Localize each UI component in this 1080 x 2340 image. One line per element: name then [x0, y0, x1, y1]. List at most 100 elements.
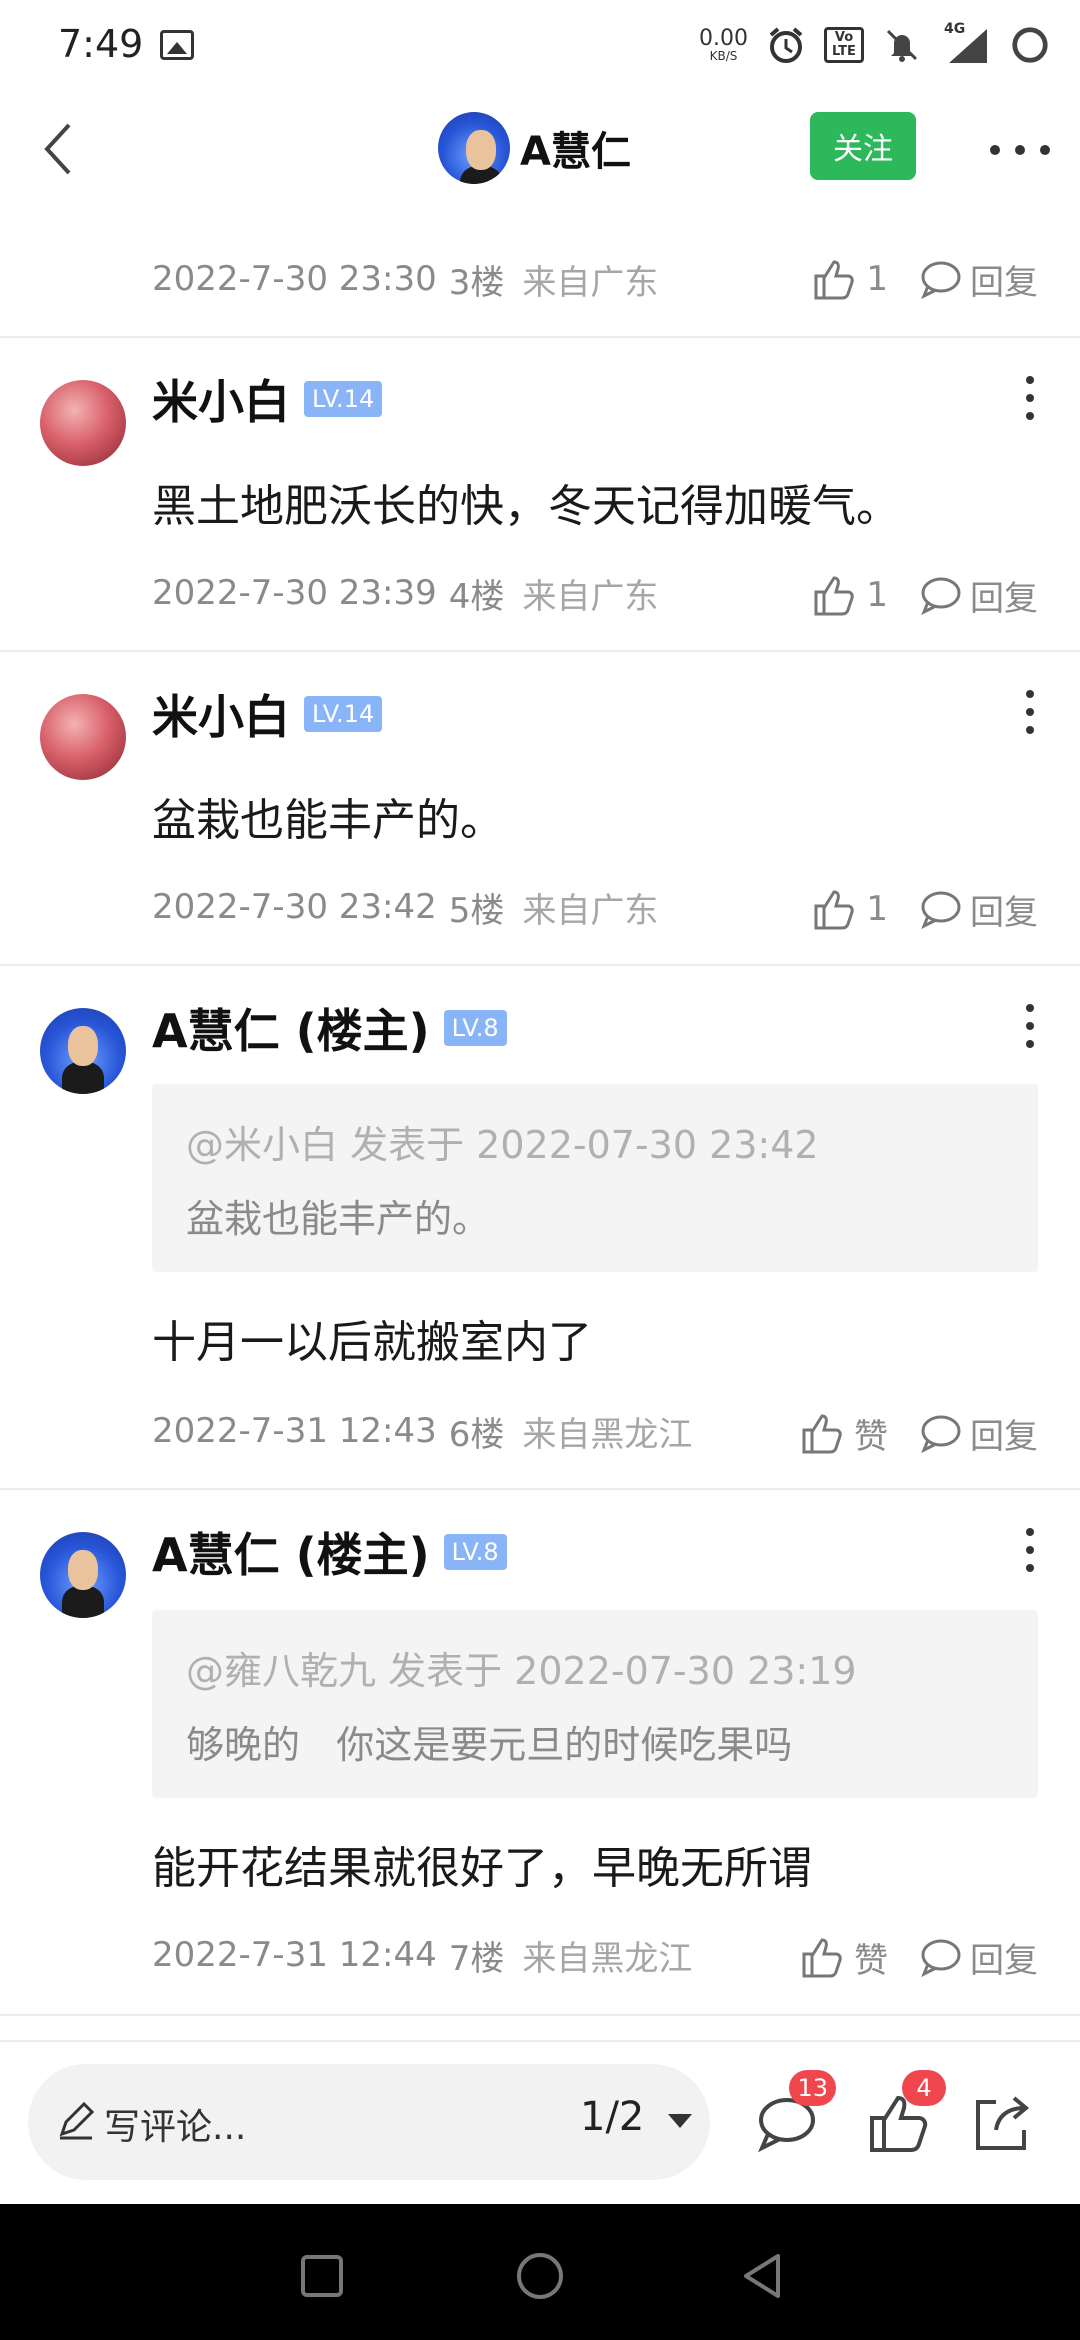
user-avatar[interactable] [40, 380, 126, 466]
bottom-action-bar: 写评论... 1/2 13 4 [0, 2040, 1080, 2204]
user-avatar[interactable] [40, 694, 126, 780]
more-vertical-icon[interactable] [1024, 1528, 1036, 1572]
comment-icon [921, 1939, 961, 1978]
author-name[interactable]: A慧仁 [520, 119, 631, 177]
floor-meta: 2022-7-31 12:43 6楼 来自黑龙江 [152, 1411, 693, 1455]
floor-actions: 赞 回复 [800, 1932, 1038, 1982]
post-text: 盆栽也能丰产的。 [152, 795, 504, 846]
post-text: 黑土地肥沃长的快，冬天记得加暖气。 [152, 481, 900, 532]
like-button[interactable]: 1 [812, 572, 888, 618]
quote-body: 盆栽也能丰产的。 [186, 1197, 491, 1241]
divider [0, 2014, 1080, 2016]
follow-button[interactable]: 关注 [810, 112, 916, 180]
user-name-row: A慧仁 (楼主) LV.8 [152, 999, 507, 1058]
user-name[interactable]: 米小白 [152, 366, 290, 432]
floor-meta: 2022-7-30 23:39 4楼 来自广东 [152, 573, 659, 617]
quoted-reply[interactable]: @雍八乾九 发表于 2022-07-30 23:19 够晚的 你这是要元旦的时候… [152, 1610, 1038, 1798]
like-post-button[interactable]: 4 [866, 2070, 946, 2154]
comment-icon [921, 1415, 961, 1454]
thumbs-up-icon [802, 1414, 842, 1454]
status-bar: 7:49 0.00 KB/S Vo LTE 4G [0, 0, 1080, 92]
level-badge: LV.8 [443, 1534, 507, 1570]
pencil-icon [59, 2101, 95, 2140]
quoted-reply[interactable]: @米小白 发表于 2022-07-30 23:42 盆栽也能丰产的。 [152, 1084, 1038, 1272]
author-avatar[interactable] [438, 112, 510, 184]
post-text: 能开花结果就很好了，早晚无所谓 [152, 1843, 812, 1894]
divider [0, 336, 1080, 338]
floor-meta: 2022-7-31 12:44 7楼 来自黑龙江 [152, 1935, 693, 1979]
reply-button[interactable]: 回复 [920, 255, 1038, 304]
floor-actions: 赞 回复 [800, 1408, 1038, 1458]
level-badge: LV.8 [443, 1010, 507, 1046]
square-icon [301, 2255, 343, 2297]
reply-button[interactable]: 回复 [920, 571, 1038, 620]
quote-header: @米小白 发表于 2022-07-30 23:42 [186, 1123, 819, 1167]
reply-button[interactable]: 回复 [920, 1933, 1038, 1982]
battery-ring-icon [1010, 25, 1050, 65]
system-nav-bar [0, 2204, 1080, 2340]
comment-icon [921, 891, 961, 930]
more-vertical-icon[interactable] [1024, 690, 1036, 734]
level-badge: LV.14 [304, 381, 383, 417]
author-header[interactable]: A慧仁 [438, 110, 631, 186]
post-header: A慧仁 关注 [0, 92, 1080, 204]
share-button[interactable] [970, 2092, 1032, 2154]
floor-actions: 1 回复 [812, 570, 1038, 620]
caret-down-icon[interactable] [668, 2114, 692, 2128]
comment-count-badge: 13 [789, 2070, 836, 2106]
status-icons: 0.00 KB/S Vo LTE 4G [699, 20, 1050, 70]
more-vertical-icon[interactable] [1024, 376, 1036, 420]
post-text: 十月一以后就搬室内了 [152, 1317, 592, 1368]
comments-button[interactable]: 13 [756, 2070, 836, 2154]
signal-icon: 4G [940, 21, 992, 65]
status-time: 7:49 [58, 22, 144, 66]
like-button[interactable]: 赞 [800, 1409, 888, 1458]
post-detail-page: 7:49 0.00 KB/S Vo LTE 4G A慧仁 关注 2022-7-3… [0, 0, 1080, 2340]
level-badge: LV.14 [304, 696, 383, 732]
user-name-row: A慧仁 (楼主) LV.8 [152, 1523, 507, 1582]
reply-button[interactable]: 回复 [920, 1409, 1038, 1458]
comment-input[interactable]: 写评论... 1/2 [28, 2064, 710, 2180]
thumbs-up-icon [802, 1938, 842, 1978]
like-button[interactable]: 1 [812, 886, 888, 932]
quote-header: @雍八乾九 发表于 2022-07-30 23:19 [186, 1649, 857, 1693]
comment-placeholder: 写评论... [104, 2107, 247, 2148]
user-name[interactable]: 米小白 [152, 681, 290, 747]
back-button[interactable] [22, 114, 92, 184]
image-notification-icon [160, 30, 194, 60]
user-name-row: 米小白 LV.14 [152, 370, 383, 429]
volte-icon: Vo LTE [824, 25, 864, 65]
more-vertical-icon[interactable] [1024, 1004, 1036, 1048]
like-count-badge: 4 [902, 2070, 946, 2106]
comment-icon [921, 577, 961, 616]
reply-button[interactable]: 回复 [920, 885, 1038, 934]
page-indicator[interactable]: 1/2 [580, 2094, 644, 2140]
network-speed: 0.00 KB/S [699, 26, 748, 63]
divider [0, 964, 1080, 966]
user-name[interactable]: A慧仁 (楼主) [152, 1519, 430, 1585]
chevron-left-icon [44, 123, 71, 175]
like-button[interactable]: 1 [812, 256, 888, 302]
user-name[interactable]: A慧仁 (楼主) [152, 995, 430, 1061]
floor-actions: 1 回复 [812, 884, 1038, 934]
alarm-icon [766, 25, 806, 65]
mute-icon [882, 25, 922, 65]
divider [0, 650, 1080, 652]
share-icon [976, 2096, 1030, 2150]
thumbs-up-icon [814, 890, 855, 930]
user-avatar[interactable] [40, 1008, 126, 1094]
quote-body: 够晚的 你这是要元旦的时候吃果吗 [186, 1723, 793, 1767]
circle-icon [517, 2253, 563, 2299]
back-nav-button[interactable] [734, 2248, 790, 2304]
floor-meta: 2022-7-30 23:42 5楼 来自广东 [152, 887, 659, 931]
user-avatar[interactable] [40, 1532, 126, 1618]
thumbs-up-icon [814, 260, 855, 300]
divider [0, 1488, 1080, 1490]
home-button[interactable] [512, 2248, 568, 2304]
thumbs-up-icon [814, 576, 855, 616]
user-name-row: 米小白 LV.14 [152, 685, 383, 744]
like-button[interactable]: 赞 [800, 1933, 888, 1982]
more-horizontal-icon[interactable] [990, 130, 1050, 170]
floor-meta: 2022-7-30 23:30 3楼 来自广东 [152, 259, 659, 303]
recents-button[interactable] [294, 2248, 350, 2304]
